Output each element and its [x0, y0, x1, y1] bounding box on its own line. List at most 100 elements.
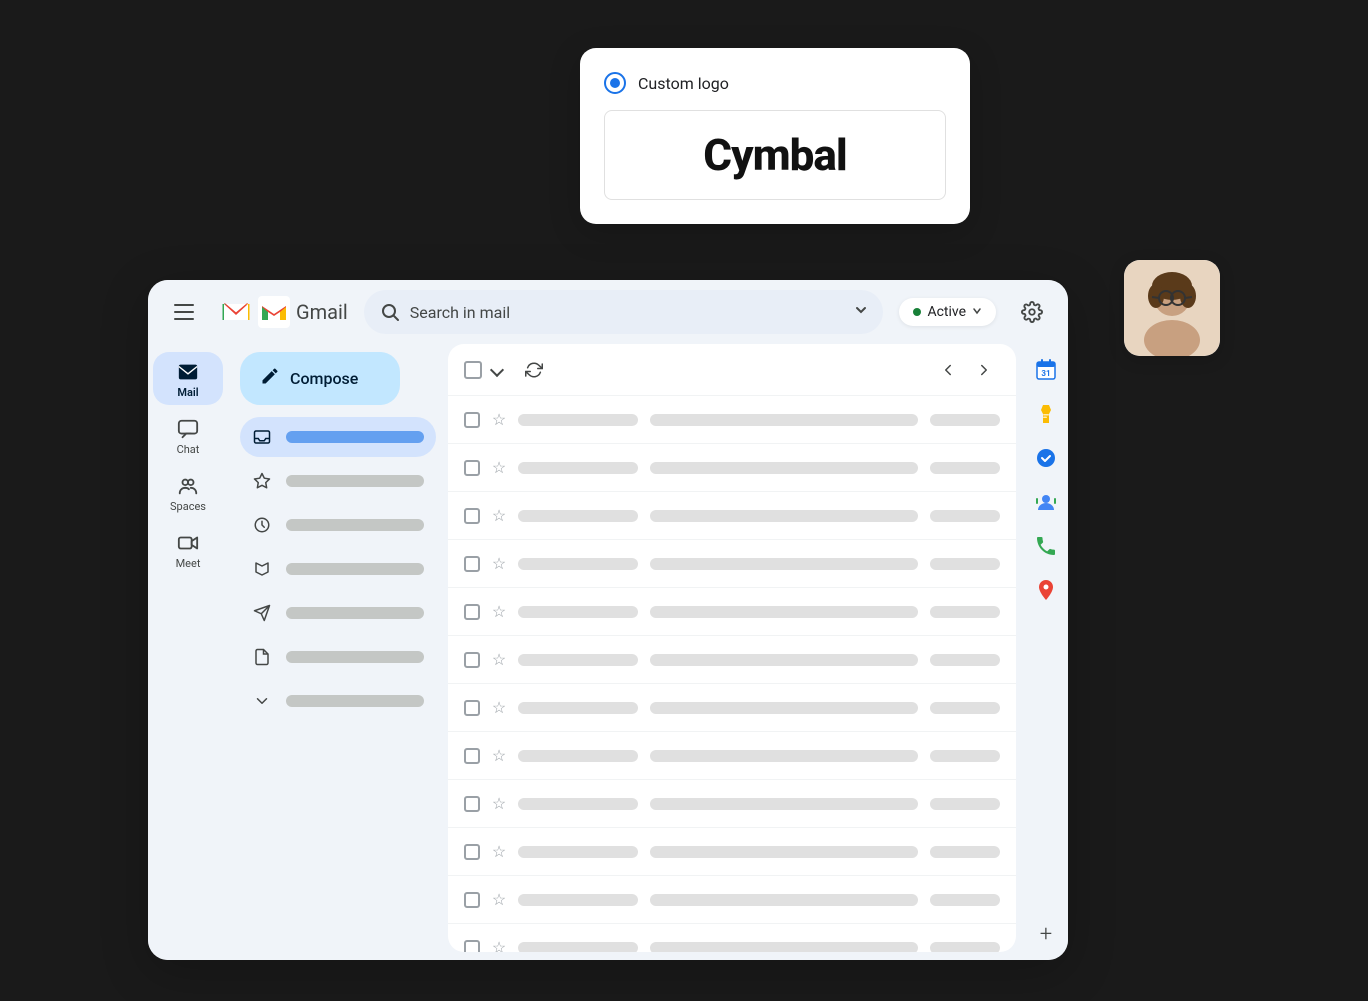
gmail-body: Mail Chat — [148, 344, 1068, 960]
sidebar-item-spaces[interactable]: Spaces — [153, 466, 223, 519]
sidebar-item-chat[interactable]: Chat — [153, 409, 223, 462]
table-row[interactable]: ☆ — [448, 684, 1016, 732]
row-star-icon[interactable]: ☆ — [490, 891, 508, 909]
folder-item-draft[interactable] — [240, 637, 436, 677]
row-star-icon[interactable]: ☆ — [490, 699, 508, 717]
sender-bar — [518, 846, 638, 858]
avatar-image — [1124, 260, 1220, 356]
row-checkbox[interactable] — [464, 412, 480, 428]
sidebar-spaces-label: Spaces — [170, 500, 206, 513]
row-checkbox[interactable] — [464, 892, 480, 908]
search-bar[interactable]: Search in mail — [364, 290, 884, 334]
select-dropdown-arrow[interactable] — [490, 362, 504, 376]
row-star-icon[interactable]: ☆ — [490, 411, 508, 429]
google-tasks-icon[interactable] — [1028, 440, 1064, 476]
folder-item-sent[interactable] — [240, 593, 436, 633]
row-star-icon[interactable]: ☆ — [490, 459, 508, 477]
user-avatar-card[interactable] — [1124, 260, 1220, 356]
google-keep-icon[interactable] — [1028, 396, 1064, 432]
compose-button[interactable]: Compose — [240, 352, 400, 405]
row-star-icon[interactable]: ☆ — [490, 555, 508, 573]
row-star-icon[interactable]: ☆ — [490, 939, 508, 953]
row-checkbox[interactable] — [464, 844, 480, 860]
google-contacts-icon[interactable] — [1028, 484, 1064, 520]
row-star-icon[interactable]: ☆ — [490, 747, 508, 765]
google-meet-call-icon[interactable] — [1028, 528, 1064, 564]
select-all-checkbox[interactable] — [464, 361, 482, 379]
prev-page-button[interactable] — [932, 354, 964, 386]
subject-bar — [650, 846, 918, 858]
custom-logo-card: Custom logo Cymbal — [580, 48, 970, 224]
right-apps-panel: 31 — [1024, 344, 1068, 960]
more-bar — [286, 695, 424, 707]
subject-bar — [650, 942, 918, 953]
chat-icon — [177, 417, 199, 441]
subject-bar — [650, 606, 918, 618]
row-checkbox[interactable] — [464, 652, 480, 668]
radio-button-selected[interactable] — [604, 72, 626, 94]
table-row[interactable]: ☆ — [448, 444, 1016, 492]
table-row[interactable]: ☆ — [448, 540, 1016, 588]
row-checkbox[interactable] — [464, 604, 480, 620]
sidebar-item-mail[interactable]: Mail — [153, 352, 223, 405]
row-star-icon[interactable]: ☆ — [490, 843, 508, 861]
folder-item-starred[interactable] — [240, 461, 436, 501]
refresh-button[interactable] — [518, 354, 550, 386]
starred-icon — [252, 472, 272, 490]
table-row[interactable]: ☆ — [448, 876, 1016, 924]
sender-bar — [518, 558, 638, 570]
row-content — [518, 942, 1000, 953]
table-row[interactable]: ☆ — [448, 396, 1016, 444]
hamburger-line-3 — [174, 318, 194, 320]
row-content — [518, 750, 1000, 762]
active-status-badge[interactable]: Active — [899, 298, 996, 326]
cymbal-brand-name: Cymbal — [703, 129, 846, 181]
date-bar — [930, 750, 1000, 762]
add-apps-button[interactable]: + — [1028, 916, 1064, 952]
google-calendar-icon[interactable]: 31 — [1028, 352, 1064, 388]
hamburger-button[interactable] — [164, 292, 204, 332]
sender-bar — [518, 942, 638, 953]
row-content — [518, 606, 1000, 618]
settings-button[interactable] — [1012, 292, 1052, 332]
subject-bar — [650, 702, 918, 714]
table-row[interactable]: ☆ — [448, 780, 1016, 828]
sidebar-item-meet[interactable]: Meet — [153, 523, 223, 576]
row-checkbox[interactable] — [464, 460, 480, 476]
row-checkbox[interactable] — [464, 508, 480, 524]
next-page-button[interactable] — [968, 354, 1000, 386]
gmail-icon — [258, 296, 290, 328]
search-dropdown-icon[interactable] — [855, 304, 867, 320]
table-row[interactable]: ☆ — [448, 492, 1016, 540]
google-maps-icon[interactable] — [1028, 572, 1064, 608]
custom-logo-label: Custom logo — [638, 74, 729, 93]
table-row[interactable]: ☆ — [448, 588, 1016, 636]
row-checkbox[interactable] — [464, 556, 480, 572]
cymbal-logo-box: Cymbal — [604, 110, 946, 200]
row-checkbox[interactable] — [464, 748, 480, 764]
row-checkbox[interactable] — [464, 940, 480, 953]
table-row[interactable]: ☆ — [448, 828, 1016, 876]
snoozed-bar — [286, 519, 424, 531]
sidebar-meet-label: Meet — [176, 557, 201, 570]
table-row[interactable]: ☆ — [448, 732, 1016, 780]
row-star-icon[interactable]: ☆ — [490, 651, 508, 669]
folder-item-inbox[interactable] — [240, 417, 436, 457]
table-row[interactable]: ☆ — [448, 636, 1016, 684]
row-checkbox[interactable] — [464, 700, 480, 716]
subject-bar — [650, 894, 918, 906]
table-row[interactable]: ☆ — [448, 924, 1016, 952]
row-star-icon[interactable]: ☆ — [490, 603, 508, 621]
row-content — [518, 846, 1000, 858]
mail-list: ☆ ☆ — [448, 396, 1016, 952]
folder-item-important[interactable] — [240, 549, 436, 589]
folder-item-snoozed[interactable] — [240, 505, 436, 545]
row-star-icon[interactable]: ☆ — [490, 507, 508, 525]
row-star-icon[interactable]: ☆ — [490, 795, 508, 813]
mail-icon — [177, 360, 199, 384]
more-icon — [252, 692, 272, 710]
subject-bar — [650, 558, 918, 570]
row-checkbox[interactable] — [464, 796, 480, 812]
sender-bar — [518, 894, 638, 906]
folder-item-more[interactable] — [240, 681, 436, 721]
